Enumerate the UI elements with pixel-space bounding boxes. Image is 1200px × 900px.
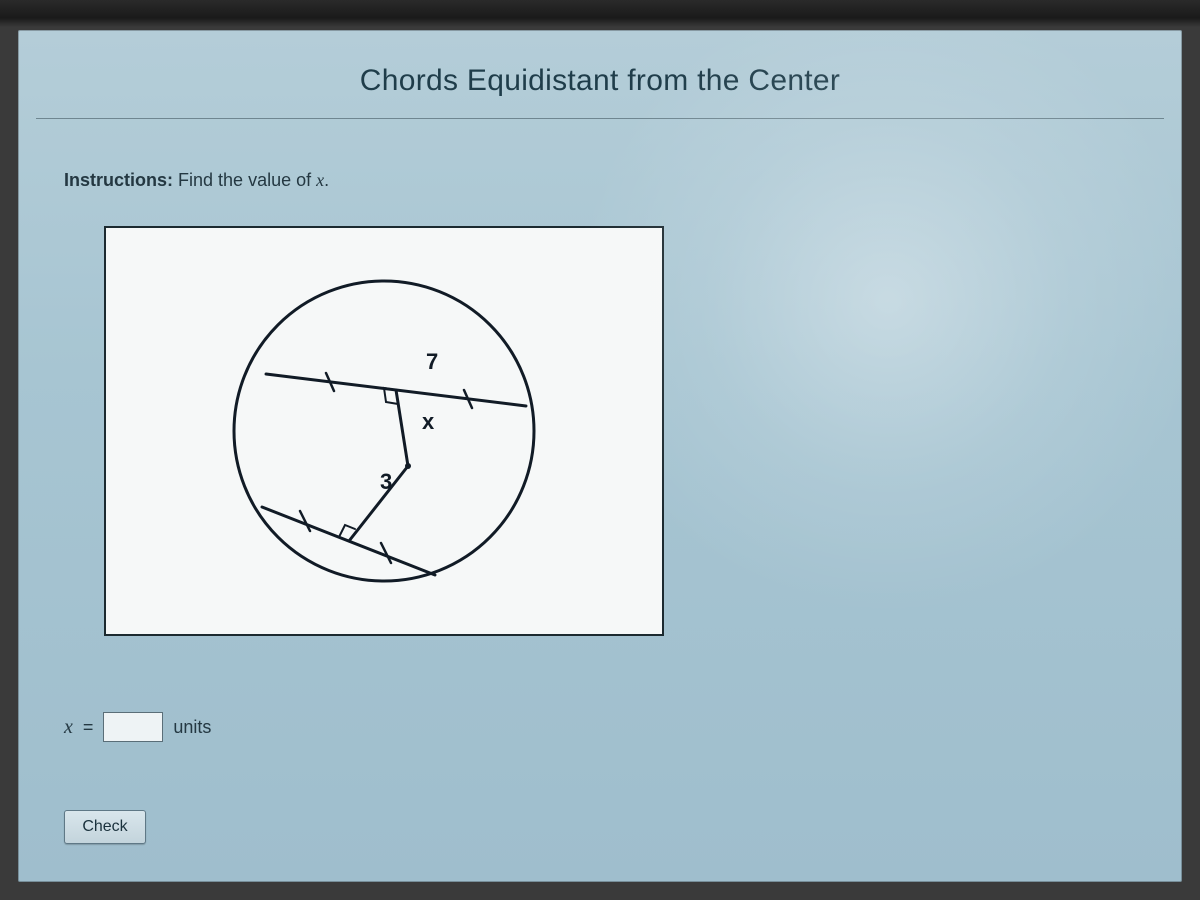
equals-sign: = xyxy=(83,717,94,738)
figure-frame: 7 x 3 xyxy=(104,226,664,636)
instructions-variable: x xyxy=(316,170,324,190)
instructions-label: Instructions: xyxy=(64,170,173,190)
answer-row: x = units xyxy=(64,712,211,742)
instructions-text: Instructions: Find the value of x. xyxy=(64,170,329,191)
answer-input[interactable] xyxy=(103,712,163,742)
geometry-figure: 7 x 3 xyxy=(174,251,594,611)
figure-labels: 7 x 3 xyxy=(380,349,438,494)
app-window: Chords Equidistant from the Center Instr… xyxy=(18,30,1182,882)
title-divider xyxy=(36,118,1164,119)
perpendicular-upper xyxy=(396,390,408,466)
label-seven: 7 xyxy=(426,349,438,374)
screen-frame: Chords Equidistant from the Center Instr… xyxy=(0,0,1200,900)
answer-variable: x xyxy=(64,716,73,739)
page-title: Chords Equidistant from the Center xyxy=(18,64,1182,98)
circle xyxy=(234,281,534,581)
label-three: 3 xyxy=(380,469,392,494)
instructions-body: Find the value of xyxy=(178,170,311,190)
instructions-suffix: . xyxy=(324,170,329,190)
check-button[interactable]: Check xyxy=(64,810,146,844)
perpendicular-lower xyxy=(349,466,408,541)
label-x: x xyxy=(422,409,435,434)
units-label: units xyxy=(173,717,211,738)
